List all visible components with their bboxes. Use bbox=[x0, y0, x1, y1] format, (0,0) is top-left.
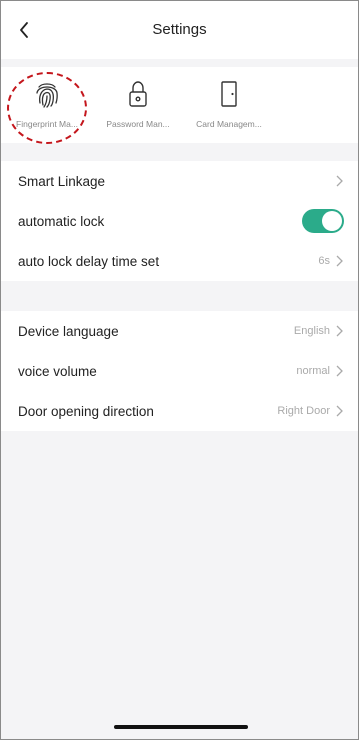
automatic-lock-row: automatic lock bbox=[1, 201, 358, 241]
door-card-icon bbox=[221, 81, 237, 107]
smart-linkage-label: Smart Linkage bbox=[18, 173, 106, 189]
voice-volume-label: voice volume bbox=[18, 363, 97, 379]
toggle-knob bbox=[322, 211, 342, 231]
automatic-lock-toggle[interactable] bbox=[302, 209, 344, 233]
card-management-button[interactable]: Card Managem... bbox=[183, 67, 275, 143]
device-language-label: Device language bbox=[18, 323, 119, 339]
chevron-right-icon bbox=[336, 175, 344, 187]
page-title: Settings bbox=[152, 21, 207, 38]
door-direction-row[interactable]: Door opening direction Right Door bbox=[1, 391, 358, 431]
chevron-right-icon bbox=[336, 255, 344, 267]
padlock-icon bbox=[129, 81, 147, 107]
settings-group-lock: Smart Linkage automatic lock auto lock d… bbox=[1, 161, 358, 281]
chevron-right-icon bbox=[336, 365, 344, 377]
smart-linkage-row[interactable]: Smart Linkage bbox=[1, 161, 358, 201]
settings-screen: Settings Fingerprint Ma... Password Man.… bbox=[0, 0, 359, 740]
password-management-button[interactable]: Password Man... bbox=[92, 67, 184, 143]
voice-volume-value: normal bbox=[296, 365, 330, 377]
door-direction-value: Right Door bbox=[277, 405, 330, 417]
voice-volume-row[interactable]: voice volume normal bbox=[1, 351, 358, 391]
auto-lock-delay-value: 6s bbox=[318, 255, 330, 267]
home-indicator bbox=[114, 725, 248, 729]
card-management-label: Card Managem... bbox=[196, 119, 262, 129]
device-language-row[interactable]: Device language English bbox=[1, 311, 358, 351]
automatic-lock-label: automatic lock bbox=[18, 213, 105, 229]
password-management-label: Password Man... bbox=[106, 119, 170, 129]
settings-group-device: Device language English voice volume nor… bbox=[1, 311, 358, 431]
auto-lock-delay-row[interactable]: auto lock delay time set 6s bbox=[1, 241, 358, 281]
auto-lock-delay-label: auto lock delay time set bbox=[18, 253, 160, 269]
door-direction-label: Door opening direction bbox=[18, 403, 154, 419]
device-language-value: English bbox=[293, 325, 330, 337]
chevron-right-icon bbox=[336, 325, 344, 337]
chevron-right-icon bbox=[336, 405, 344, 417]
header: Settings bbox=[1, 1, 358, 59]
highlight-circle bbox=[7, 72, 87, 144]
